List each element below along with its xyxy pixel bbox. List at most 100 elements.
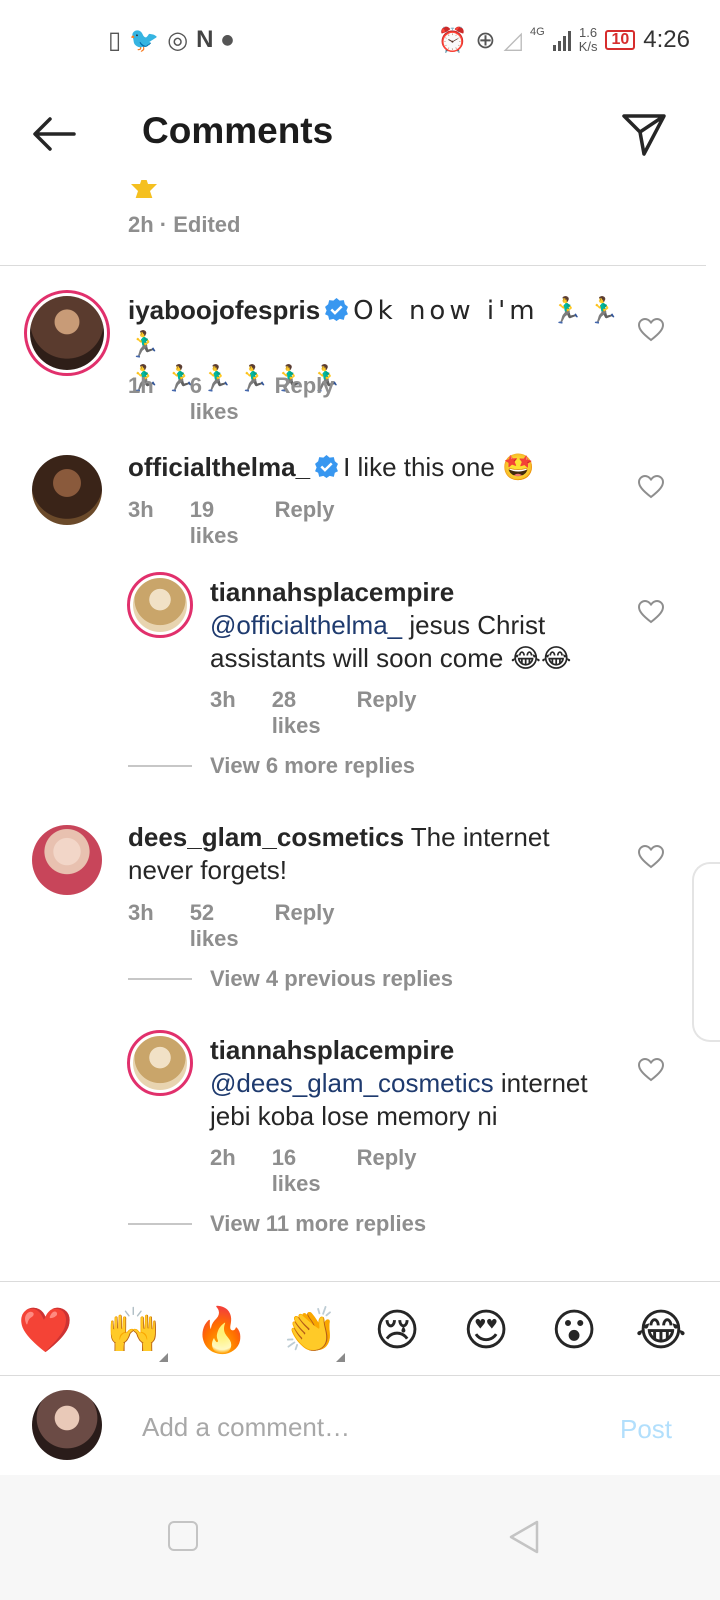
comment-text: internet	[493, 1068, 588, 1098]
comment-text: The internet	[404, 822, 550, 852]
thread-line	[128, 1223, 192, 1225]
quick-reactions-bar: ❤️ 🙌 🔥 👏 😢 😍 😮 😂	[0, 1281, 720, 1375]
reply-button[interactable]: Reply	[357, 687, 417, 739]
recents-button-icon[interactable]	[168, 1521, 198, 1551]
comment-body: officialthelma_ I like this one 🤩	[128, 451, 628, 484]
sim-icon: ▯	[108, 26, 122, 54]
view-previous-replies-label: View 4 previous replies	[210, 966, 453, 991]
top-app-bar: Comments	[0, 80, 720, 190]
comment-text-line2: never forgets!	[128, 855, 287, 885]
thread-line	[128, 765, 192, 767]
comment-actions: 2h 16 likes Reply	[210, 1145, 417, 1197]
post-button[interactable]: Post	[620, 1414, 672, 1445]
comment-actions: 3h 52 likes Reply	[128, 900, 335, 952]
chrome-icon: ◎	[167, 26, 189, 54]
notification-icons: ▯ 🐦 ◎ N ●	[108, 24, 234, 56]
twitter-icon: 🐦	[129, 26, 160, 54]
reaction-heart-eyes-emoji[interactable]: 😍	[459, 1304, 513, 1358]
comment-time: 2h	[210, 1145, 236, 1170]
reaction-fire-emoji[interactable]: 🔥	[194, 1304, 249, 1358]
comment-body: dees_glam_cosmetics The internet never f…	[128, 821, 628, 887]
reaction-laughing-emoji[interactable]: 😂	[634, 1304, 688, 1358]
data-saver-icon: ⊕	[475, 26, 496, 54]
system-back-icon[interactable]	[508, 1519, 540, 1555]
reply-button[interactable]: Reply	[275, 497, 335, 549]
avatar[interactable]	[127, 1030, 193, 1096]
speed-unit: K/s	[578, 39, 598, 54]
like-heart-icon[interactable]	[638, 1058, 664, 1082]
comment-body: tiannahsplacempire @officialthelma_ jesu…	[210, 576, 630, 675]
like-heart-icon[interactable]	[638, 845, 664, 869]
comment-actions: 3h 28 likes Reply	[210, 687, 417, 739]
view-more-replies-label: View 6 more replies	[210, 753, 416, 778]
network-speed: 1.6 K/s	[579, 26, 598, 54]
network-type: 4G	[530, 26, 545, 38]
skin-tone-indicator-icon	[336, 1353, 345, 1362]
avatar[interactable]	[127, 572, 193, 638]
comment-username[interactable]: iyaboojofespris	[128, 295, 320, 325]
comment-time: 3h	[128, 900, 154, 925]
avatar[interactable]	[24, 290, 110, 376]
likes-count[interactable]: 6 likes	[190, 373, 239, 425]
avatar-image	[133, 578, 187, 632]
view-more-replies-button[interactable]: View 11 more replies	[128, 1211, 426, 1237]
comment-username[interactable]: officialthelma_	[128, 452, 310, 482]
reply-button[interactable]: Reply	[275, 900, 335, 952]
likes-count[interactable]: 28 likes	[272, 687, 321, 739]
likes-count[interactable]: 19 likes	[190, 497, 239, 549]
comment-text: I like this one 🤩	[343, 452, 535, 482]
reply-button[interactable]: Reply	[357, 1145, 417, 1197]
comment-text: jesus Christ	[402, 610, 546, 640]
skin-tone-indicator-icon	[159, 1353, 168, 1362]
speed-value: 1.6	[579, 25, 598, 40]
system-navigation-bar	[0, 1475, 720, 1600]
battery-icon: 10	[605, 30, 636, 50]
reaction-heart-emoji[interactable]: ❤️	[18, 1304, 73, 1358]
side-edge-handle[interactable]	[692, 862, 720, 1042]
likes-count[interactable]: 52 likes	[190, 900, 239, 952]
view-previous-replies-button[interactable]: View 4 previous replies	[128, 966, 453, 992]
like-heart-icon[interactable]	[638, 475, 664, 499]
comment-time: 1h	[128, 373, 154, 398]
comment-username[interactable]: dees_glam_cosmetics	[128, 822, 404, 852]
direct-send-icon[interactable]	[620, 110, 668, 158]
comment-composer: Add a comment… Post	[0, 1375, 720, 1475]
comment-body: tiannahsplacempire @dees_glam_cosmetics …	[210, 1034, 630, 1133]
comment-input[interactable]: Add a comment…	[142, 1412, 350, 1443]
comment-text-line2: assistants will soon come 😂😂	[210, 643, 572, 673]
clock: 4:26	[643, 26, 690, 53]
avatar-image	[133, 1036, 187, 1090]
caption-meta: 2h · Edited	[128, 212, 241, 237]
mention-link[interactable]: @officialthelma_	[210, 610, 402, 640]
avatar-image	[30, 296, 104, 370]
like-heart-icon[interactable]	[638, 318, 664, 342]
thread-line	[128, 978, 192, 980]
reaction-crying-emoji[interactable]: 😢	[370, 1304, 424, 1358]
reaction-raised-hands-emoji[interactable]: 🙌	[106, 1304, 168, 1362]
avatar[interactable]	[32, 455, 102, 525]
system-icons: ⏰ ⊕ ◿ 4G 1.6 K/s 10 4:26	[438, 24, 690, 56]
wifi-empty-icon: ◿	[503, 26, 522, 54]
mention-link[interactable]: @dees_glam_cosmetics	[210, 1068, 494, 1098]
likes-count[interactable]: 16 likes	[272, 1145, 321, 1197]
status-bar: ▯ 🐦 ◎ N ● ⏰ ⊕ ◿ 4G 1.6 K/s 10 4:26	[0, 0, 720, 80]
reaction-clapping-emoji[interactable]: 👏	[283, 1304, 345, 1362]
avatar[interactable]	[32, 825, 102, 895]
alarm-icon: ⏰	[437, 26, 468, 54]
comment-username[interactable]: tiannahsplacempire	[210, 1035, 454, 1065]
back-arrow-icon[interactable]	[30, 114, 78, 154]
comment-username[interactable]: tiannahsplacempire	[210, 577, 454, 607]
star-emoji-partial-icon	[131, 180, 157, 198]
page-title: Comments	[142, 110, 334, 151]
news-app-icon: N	[196, 26, 214, 53]
like-heart-icon[interactable]	[638, 600, 664, 624]
comment-text-line2: jebi koba lose memory ni	[210, 1101, 498, 1131]
view-more-replies-button[interactable]: View 6 more replies	[128, 753, 415, 779]
comment-actions: 1h 6 likes Reply	[128, 373, 335, 425]
view-more-replies-label: View 11 more replies	[210, 1211, 427, 1236]
comment-time: 3h	[210, 687, 236, 712]
more-notifications-dot-icon: ●	[221, 32, 234, 48]
current-user-avatar	[32, 1390, 102, 1460]
reply-button[interactable]: Reply	[275, 373, 335, 425]
reaction-surprised-emoji[interactable]: 😮	[547, 1304, 601, 1358]
